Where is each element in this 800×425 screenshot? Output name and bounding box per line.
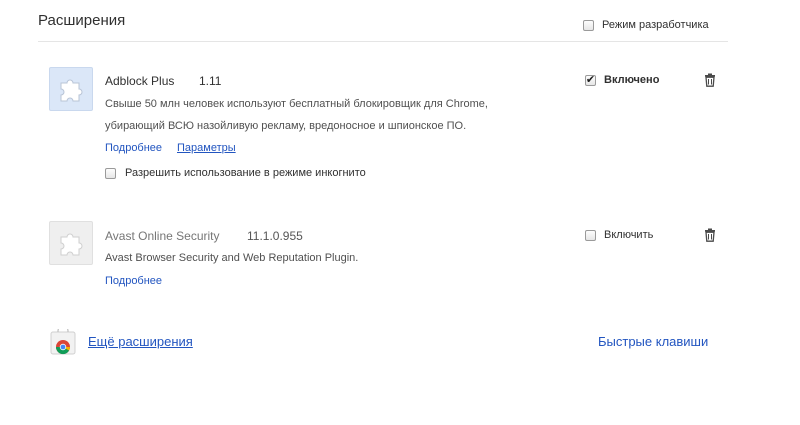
trash-icon[interactable] xyxy=(703,228,717,242)
puzzle-icon xyxy=(60,79,83,102)
avast-enable-toggle[interactable]: Включить xyxy=(585,229,653,241)
developer-mode-label: Режим разработчика xyxy=(602,19,709,31)
description-line: Свыше 50 млн человек используют бесплатн… xyxy=(105,98,488,110)
extension-description: Avast Browser Security and Web Reputatio… xyxy=(105,247,545,269)
details-link[interactable]: Подробнее xyxy=(105,275,162,287)
puzzle-icon xyxy=(60,233,83,256)
extension-name: Avast Online Security xyxy=(105,229,220,243)
extension-description: Свыше 50 млн человек используют бесплатн… xyxy=(105,93,545,137)
checkmark-icon: ✔ xyxy=(585,74,596,86)
extensions-page: Расширения Режим разработчика Adblock Pl… xyxy=(0,0,800,425)
incognito-label: Разрешить использование в режиме инкогни… xyxy=(125,167,366,179)
description-line: убирающий ВСЮ назойливую рекламу, вредон… xyxy=(105,120,467,132)
extension-version: 11.1.0.955 xyxy=(247,229,303,243)
incognito-toggle[interactable]: Разрешить использование в режиме инкогни… xyxy=(105,167,366,179)
description-line: Avast Browser Security and Web Reputatio… xyxy=(105,252,359,264)
more-extensions-link[interactable]: Ещё расширения xyxy=(88,334,193,349)
enable-checkbox[interactable] xyxy=(585,229,596,241)
details-link[interactable]: Подробнее xyxy=(105,142,162,154)
extension-name: Adblock Plus xyxy=(105,74,175,88)
incognito-checkbox[interactable] xyxy=(105,167,116,179)
extension-version: 1.11 xyxy=(199,74,222,88)
header-divider xyxy=(38,41,728,42)
options-link[interactable]: Параметры xyxy=(177,142,236,154)
enable-label: Включить xyxy=(604,229,654,241)
page-title: Расширения xyxy=(38,12,126,29)
trash-icon[interactable] xyxy=(703,73,717,87)
adblock-enable-toggle[interactable]: ✔ Включено xyxy=(585,74,659,86)
chrome-web-store-icon[interactable] xyxy=(50,329,76,355)
keyboard-shortcuts-link[interactable]: Быстрые клавиши xyxy=(598,334,708,349)
developer-mode-toggle[interactable]: Режим разработчика xyxy=(583,19,709,31)
enabled-checkbox[interactable]: ✔ xyxy=(585,74,596,86)
adblock-plus-icon xyxy=(49,67,93,111)
enable-label: Включено xyxy=(604,74,660,86)
developer-mode-checkbox[interactable] xyxy=(583,19,594,31)
avast-icon xyxy=(49,221,93,265)
